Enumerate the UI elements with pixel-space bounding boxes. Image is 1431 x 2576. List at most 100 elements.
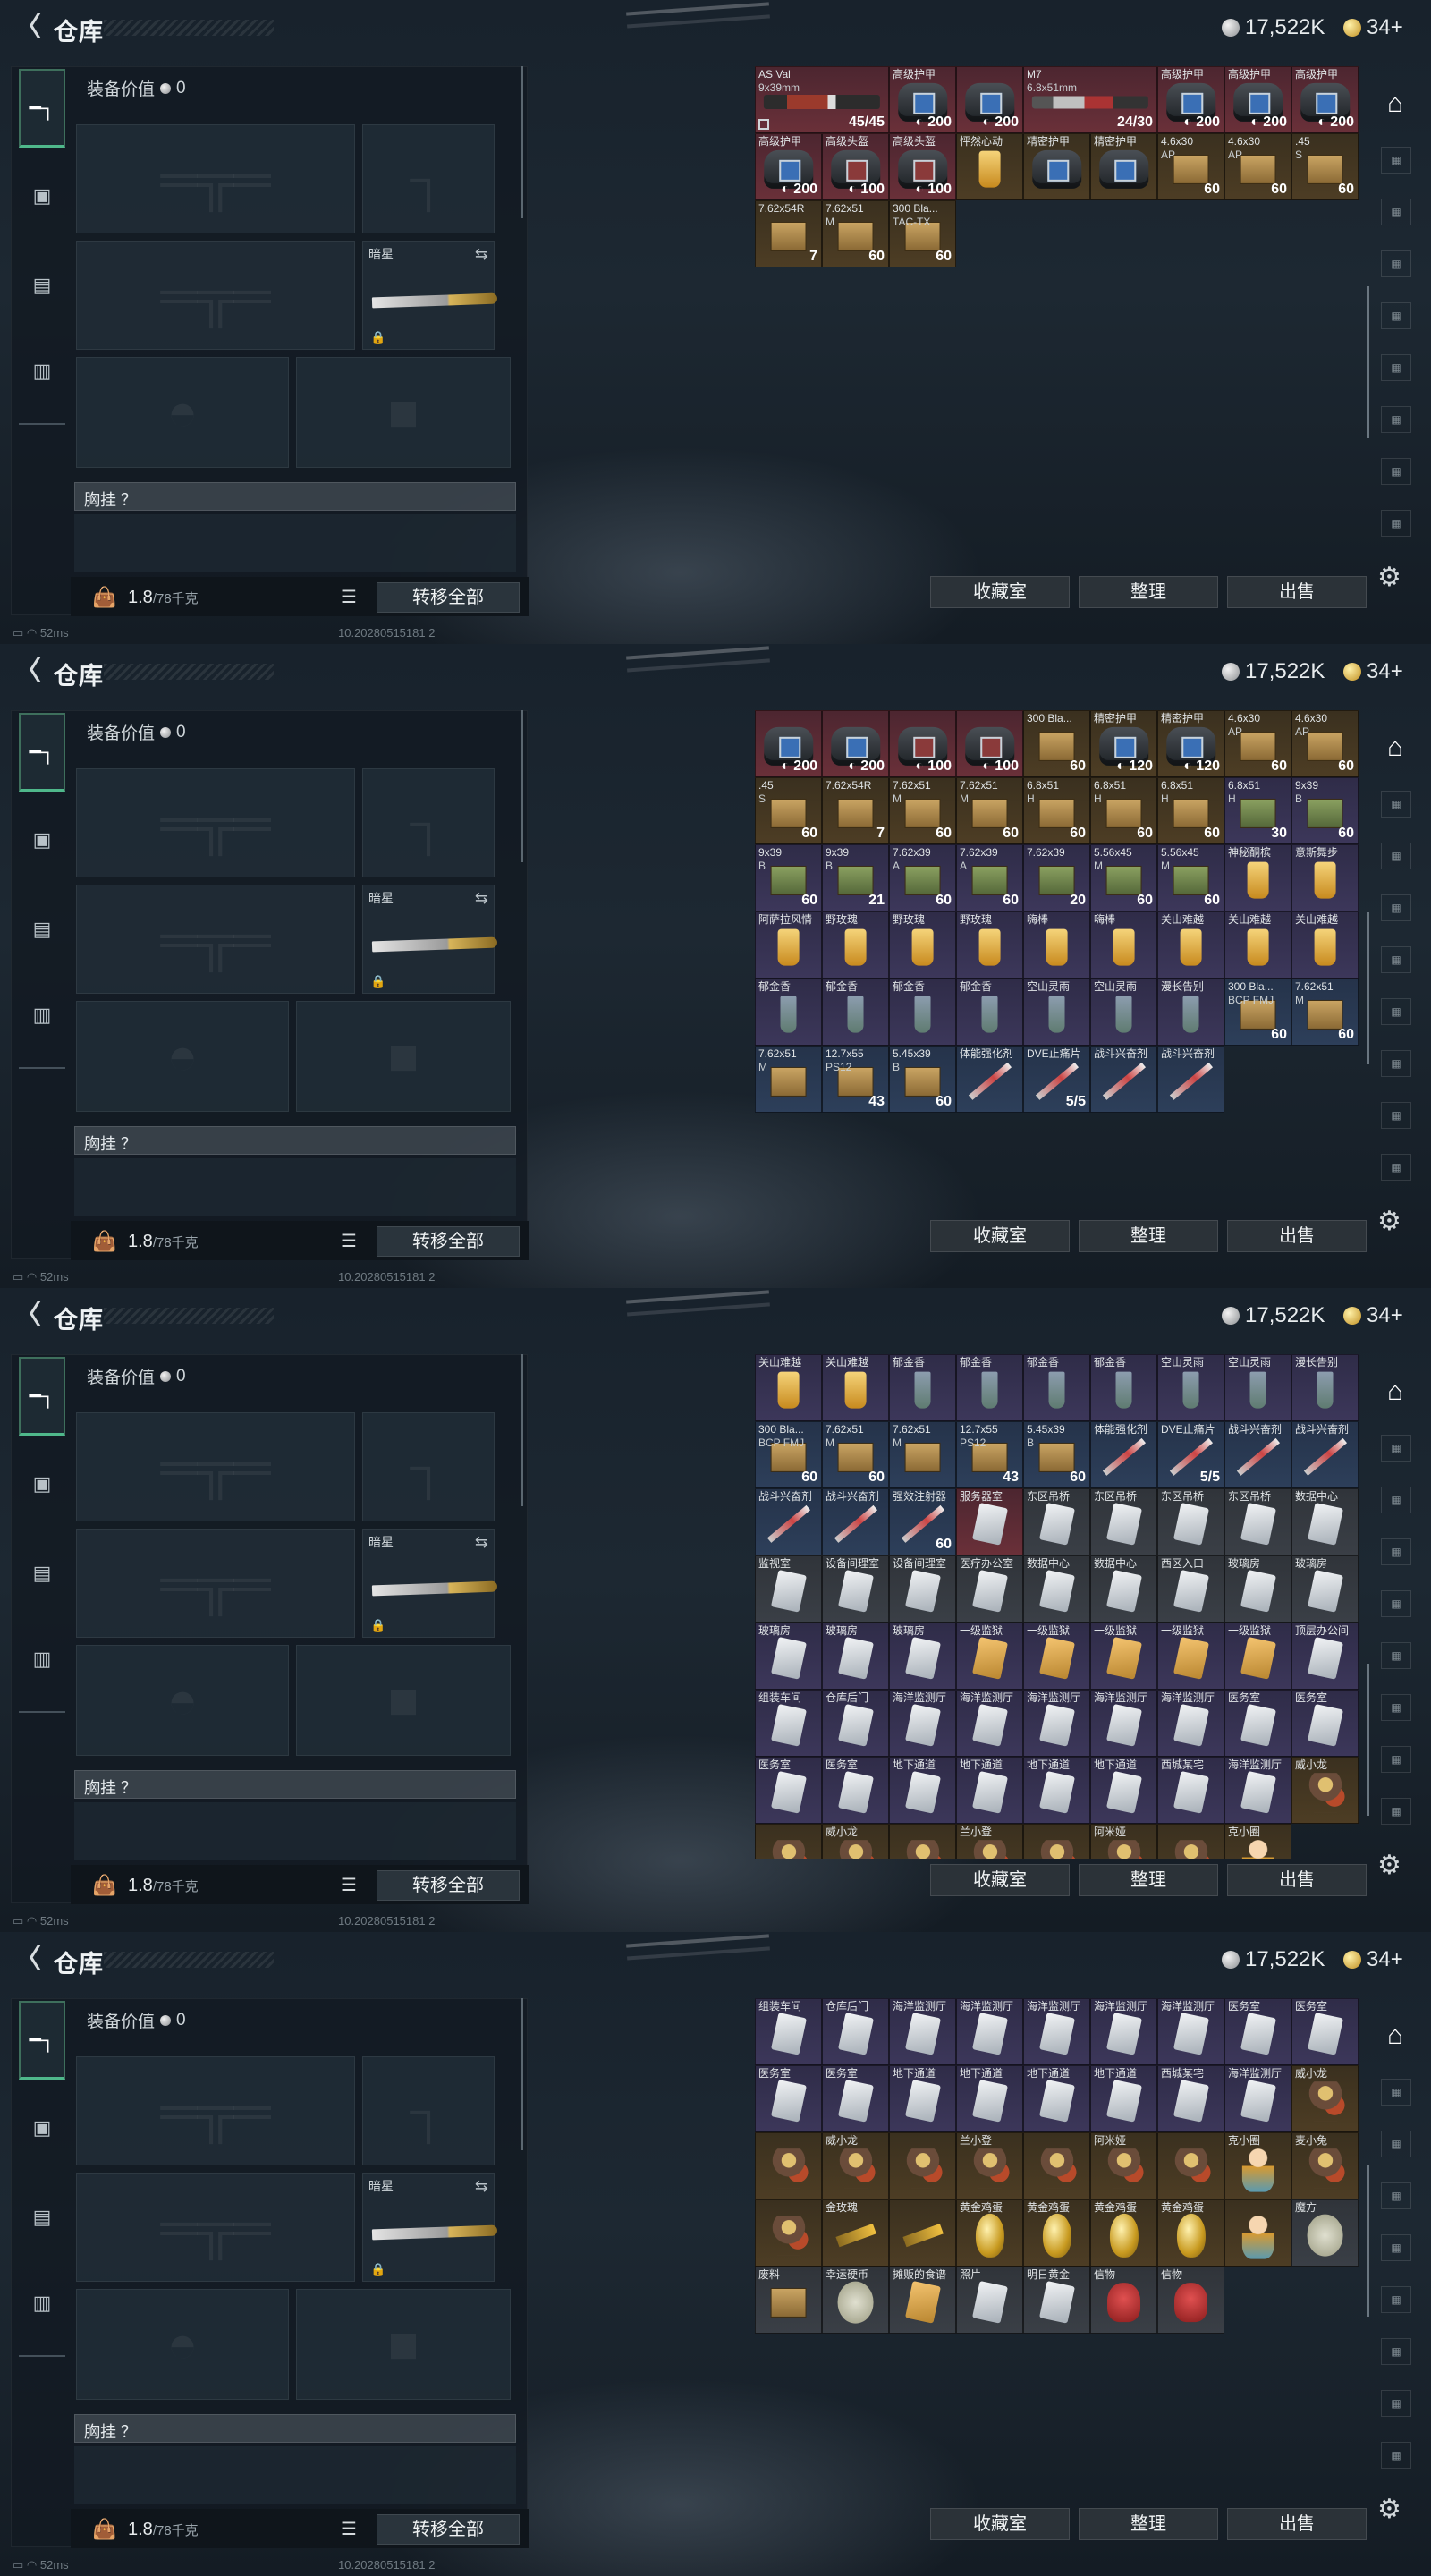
sell-button[interactable]: 出售 [1227,576,1367,608]
storage-page-icon[interactable]: ▦ [1381,2234,1411,2261]
armor-tab-icon[interactable]: ▣ [19,801,65,879]
storage-page-icon[interactable]: ▦ [1381,2338,1411,2365]
storage-page-icon[interactable]: ▦ [1381,1154,1411,1181]
storage-page-icon[interactable]: ▦ [1381,1798,1411,1825]
settings-gear-icon[interactable]: ⚙ [1377,2494,1401,2525]
inventory-item[interactable]: .45 S 60 [1291,133,1359,200]
inventory-item[interactable]: ◐ 200 [755,710,822,777]
inventory-item[interactable]: 郁金香 [889,1354,956,1421]
inventory-item[interactable]: 麦小兔 [1291,2132,1359,2199]
inventory-item[interactable]: 关山难越 [1224,911,1291,979]
inventory-item[interactable]: 海洋监测厅 [1090,1998,1157,2065]
gold-currency[interactable]: 34+ [1343,1302,1403,1329]
storage-page-icon[interactable]: ▦ [1381,406,1411,433]
inventory-item[interactable]: 嗨棒 [1023,911,1090,979]
inventory-item[interactable]: 玻璃房 [1224,1555,1291,1623]
inventory-item[interactable]: 一级监狱 [1090,1623,1157,1690]
inventory-item[interactable]: 精密护甲 [1090,133,1157,200]
inventory-item[interactable] [755,1824,822,1859]
weapon-tab-icon[interactable]: ━┐ [19,69,65,148]
warehouse-home-icon[interactable]: ⌂ [1376,84,1415,123]
pistol-slot[interactable]: ┐ [362,768,495,877]
swap-icon[interactable]: ⇆ [475,2177,488,2196]
transfer-all-button[interactable]: 转移全部 [377,1870,520,1901]
storage-page-icon[interactable]: ▦ [1381,1050,1411,1077]
inventory-item[interactable]: 海洋监测厅 [889,1998,956,2065]
inventory-item[interactable]: 空山灵雨 [1157,1354,1224,1421]
chest-rig-slot[interactable]: 胸挂 ？ [74,1126,516,1155]
storage-page-icon[interactable]: ▦ [1381,1538,1411,1565]
storage-page-icon[interactable]: ▦ [1381,843,1411,869]
inventory-item[interactable]: 野玫瑰 [822,911,889,979]
inventory-item[interactable]: 监视室 [755,1555,822,1623]
inventory-item[interactable] [1023,1824,1090,1859]
storage-page-icon[interactable]: ▦ [1381,2131,1411,2157]
inventory-item[interactable]: 战斗兴奋剂 [755,1488,822,1555]
inventory-item[interactable]: 医务室 [755,2065,822,2132]
pistol-slot[interactable]: ┐ [362,2056,495,2165]
inventory-item[interactable]: 设备间理室 [889,1555,956,1623]
inventory-item[interactable]: 战斗兴奋剂 [1157,1046,1224,1113]
inventory-item[interactable]: 7.62x54R 7 [822,777,889,844]
inventory-item[interactable]: 7.62x51 M 60 [956,777,1023,844]
inventory-item[interactable]: 东区吊桥 [1157,1488,1224,1555]
inventory-item[interactable]: 精密护甲 [1023,133,1090,200]
storage-page-icon[interactable]: ▦ [1381,2286,1411,2313]
secondary-weapon-slot[interactable]: ═╦═ [76,885,355,994]
inventory-item[interactable]: 东区吊桥 [1224,1488,1291,1555]
sort-button[interactable]: 整理 [1079,576,1218,608]
inventory-item[interactable]: 医务室 [1224,1998,1291,2065]
gold-currency[interactable]: 34+ [1343,1946,1403,1973]
inventory-item[interactable] [889,2132,956,2199]
inventory-item[interactable]: 5.56x45 M 60 [1090,844,1157,911]
inventory-item[interactable]: 海洋监测厅 [1157,1998,1224,2065]
inventory-item[interactable]: 仓库后门 [822,1690,889,1757]
secondary-weapon-slot[interactable]: ═╦═ [76,241,355,350]
inventory-item[interactable]: 地下通道 [956,2065,1023,2132]
inventory-item[interactable]: 9x39 B 21 [822,844,889,911]
inventory-item[interactable]: 7.62x39 A 60 [956,844,1023,911]
loadout-scrollbar[interactable] [521,710,523,862]
storage-page-icon[interactable]: ▦ [1381,250,1411,277]
back-arrow-icon[interactable]: 〈 [14,658,41,685]
weapon-tab-icon[interactable]: ━┐ [19,2001,65,2080]
inventory-item[interactable]: 7.62x54R 7 [755,200,822,267]
helmet-slot[interactable]: ◓ [76,2289,289,2400]
inventory-item[interactable]: 地下通道 [1090,2065,1157,2132]
inventory-item[interactable]: 克小圈 [1224,2132,1291,2199]
inventory-item[interactable]: 玻璃房 [1291,1555,1359,1623]
list-icon[interactable]: ☰ [341,1230,357,1252]
inventory-item[interactable]: 7.62x51 M 60 [1291,979,1359,1046]
armor-tab-icon[interactable]: ▣ [19,2089,65,2167]
rig-tab-icon[interactable]: ▤ [19,890,65,969]
inventory-item[interactable]: 郁金香 [956,1354,1023,1421]
inventory-item[interactable]: 郁金香 [956,979,1023,1046]
inventory-item[interactable]: 幸运硬币 [822,2267,889,2334]
chest-rig-slot[interactable]: 胸挂 ？ [74,1770,516,1799]
gold-currency[interactable]: 34+ [1343,14,1403,41]
inventory-item[interactable]: 威小龙 [822,1824,889,1859]
inventory-item[interactable]: 空山灵雨 [1090,979,1157,1046]
inventory-item[interactable]: 7.62x51 M [755,1046,822,1113]
inventory-item[interactable]: 郁金香 [1090,1354,1157,1421]
inventory-item[interactable]: 设备间理室 [822,1555,889,1623]
inventory-item[interactable]: .45 S 60 [755,777,822,844]
inventory-item[interactable]: 威小龙 [822,2132,889,2199]
rig-tab-icon[interactable]: ▤ [19,1534,65,1613]
inventory-item[interactable]: 空山灵雨 [1023,979,1090,1046]
settings-gear-icon[interactable]: ⚙ [1377,562,1401,593]
inventory-item[interactable]: 战斗兴奋剂 [822,1488,889,1555]
inventory-item[interactable] [889,2199,956,2267]
inventory-item[interactable]: 摊贩的食谱 [889,2267,956,2334]
inventory-item[interactable]: DVE止痛片 5/5 [1157,1421,1224,1488]
inventory-item[interactable]: 郁金香 [889,979,956,1046]
inventory-item[interactable] [755,2199,822,2267]
inventory-item[interactable]: 医疗办公室 [956,1555,1023,1623]
inventory-item[interactable]: 6.8x51 H 30 [1224,777,1291,844]
storage-page-icon[interactable]: ▦ [1381,894,1411,921]
inventory-item[interactable]: 西区入口 [1157,1555,1224,1623]
inventory-item[interactable]: 兰小登 [956,2132,1023,2199]
storage-page-icon[interactable]: ▦ [1381,302,1411,329]
inventory-item[interactable]: 医务室 [755,1757,822,1824]
inventory-item[interactable]: 照片 [956,2267,1023,2334]
